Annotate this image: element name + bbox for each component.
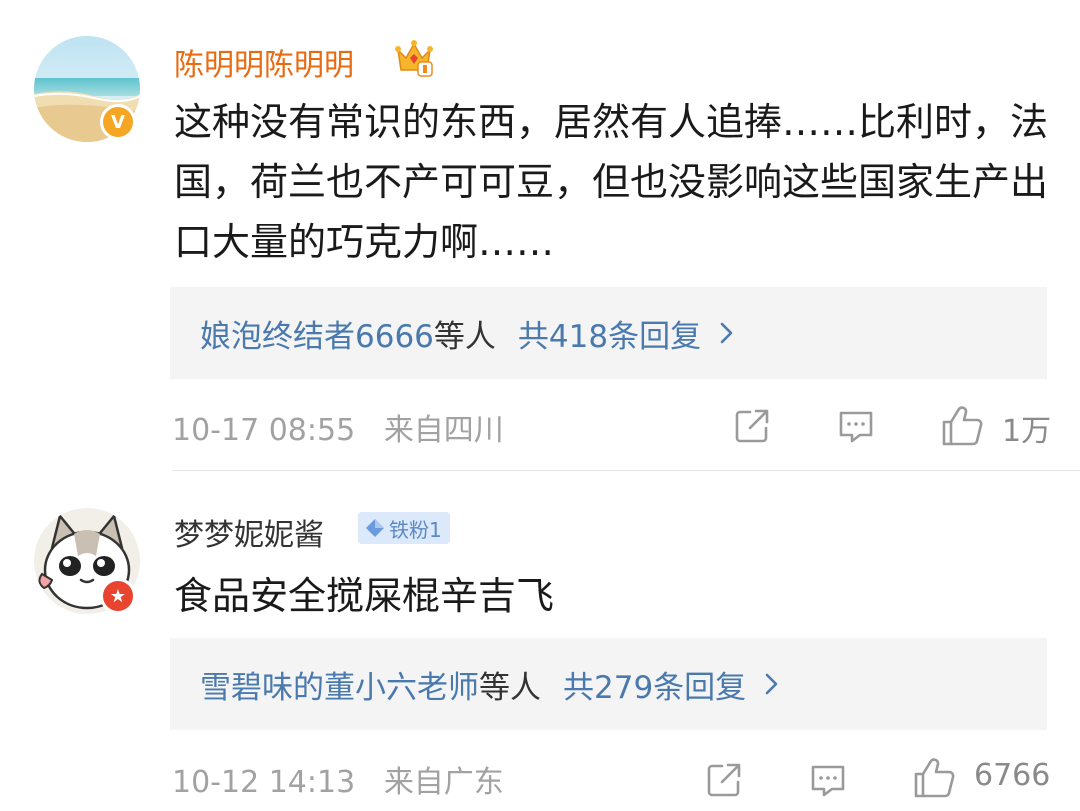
- star-badge: ★: [100, 578, 136, 614]
- location: 来自四川: [383, 413, 504, 448]
- reply-preview[interactable]: 娘泡终结者6666 等人 共418条回复: [170, 287, 1047, 379]
- like-icon[interactable]: [940, 404, 984, 448]
- share-icon[interactable]: [704, 760, 744, 800]
- divider: [172, 470, 1080, 471]
- comment-text: 食品安全搅屎棍辛吉飞: [174, 574, 555, 618]
- reply-suffix: 等人: [433, 318, 496, 355]
- comment-meta: 10-12 14:13 来自广东: [172, 757, 504, 801]
- fan-badge-label: 铁粉1: [389, 517, 442, 542]
- comment-icon[interactable]: [836, 406, 876, 446]
- share-icon[interactable]: [732, 406, 772, 446]
- chevron-right-icon: [720, 322, 733, 344]
- like-count: 1万: [1002, 414, 1052, 449]
- reply-preview[interactable]: 雪碧味的董小六老师 等人 共279条回复: [170, 638, 1047, 730]
- comment-text: 这种没有常识的东西，居然有人追捧……比利时，法国，荷兰也不产可可豆，但也没影响这…: [174, 100, 1049, 264]
- reply-users[interactable]: 娘泡终结者6666: [200, 311, 434, 356]
- comment-meta: 10-17 08:55 来自四川: [172, 405, 504, 449]
- timestamp: 10-17 08:55: [172, 413, 356, 448]
- like-count: 6766: [974, 758, 1051, 793]
- like-icon[interactable]: [912, 756, 956, 800]
- reply-users[interactable]: 雪碧味的董小六老师: [200, 662, 479, 707]
- username[interactable]: 梦梦妮妮酱: [174, 510, 324, 554]
- diamond-icon: [366, 519, 384, 537]
- username[interactable]: 陈明明陈明明: [174, 40, 354, 84]
- location: 来自广东: [383, 765, 504, 800]
- verified-v-icon: V: [111, 111, 125, 133]
- verified-badge: V: [100, 104, 136, 140]
- comment-item: V 陈明明陈明明 这种没有常识的东西，居然有人追捧……比利时，法国，荷兰也不产可…: [0, 0, 1080, 471]
- comment-icon[interactable]: [808, 760, 848, 800]
- chevron-right-icon: [765, 673, 778, 695]
- comment-item: ★ 梦梦妮妮酱 铁粉1 食品安全搅屎棍辛吉飞 雪碧味的董小六老师 等人 共279…: [0, 472, 1080, 811]
- crown-vip-icon[interactable]: [392, 36, 436, 80]
- reply-count[interactable]: 共418条回复: [518, 311, 701, 356]
- reply-suffix: 等人: [479, 669, 541, 706]
- fan-badge[interactable]: 铁粉1: [358, 512, 450, 544]
- reply-count[interactable]: 共279条回复: [563, 662, 746, 707]
- timestamp: 10-12 14:13: [172, 765, 356, 800]
- red-star-icon: ★: [109, 585, 127, 607]
